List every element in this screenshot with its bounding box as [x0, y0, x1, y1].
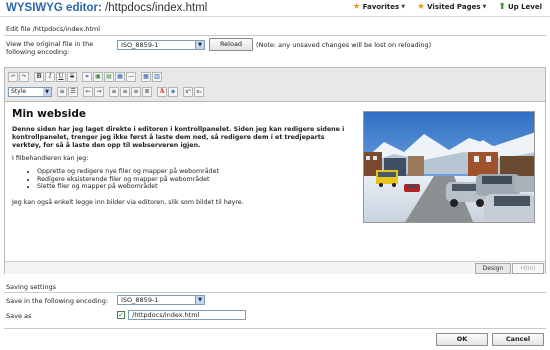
editor-toolbar: ↶ ↷ B I U S ⚭ ▣ ▤ ▦ — ▦ ▥ Style ▼ ≡ ☰ ⇤ …	[5, 68, 545, 102]
style-select[interactable]: Style ▼	[8, 87, 52, 97]
unordered-list-icon[interactable]: ☰	[68, 87, 78, 97]
align-right-icon[interactable]: ≡	[131, 87, 141, 97]
title-label: WYSIWYG editor:	[6, 2, 102, 14]
tab-html[interactable]: Html	[512, 263, 544, 274]
chevron-down-icon: ▼	[195, 296, 204, 304]
winter-street-photo	[363, 111, 535, 223]
italic-icon[interactable]: I	[45, 72, 55, 82]
title-path: /httpdocs/index.html	[105, 2, 208, 14]
top-links: ★ Favorites ▼ ★ Visited Pages ▼ ⬆ Up Lev…	[352, 2, 542, 12]
save-as-field[interactable]: /httpdocs/index.html	[128, 310, 246, 320]
align-left-icon[interactable]: ≡	[109, 87, 119, 97]
chevron-down-icon: ▼	[401, 4, 406, 10]
visited-pages-label: Visited Pages	[427, 3, 481, 11]
table-icon[interactable]: ▦	[115, 72, 125, 82]
link-icon[interactable]: ⚭	[82, 72, 92, 82]
horizontal-rule-icon[interactable]: —	[126, 72, 136, 82]
subscript-icon[interactable]: x₂	[194, 87, 204, 97]
edit-file-label: Edit file /httpdocs/index.html	[6, 25, 101, 33]
document-intro: Denne siden har jeg laget direkte i edit…	[12, 126, 345, 149]
saving-settings-label: Saving settings	[6, 283, 56, 291]
visited-pages-link[interactable]: ★ Visited Pages ▼	[417, 2, 487, 12]
divider	[4, 35, 546, 36]
insert-table-icon[interactable]: ▦	[141, 72, 151, 82]
star-icon: ★	[352, 2, 361, 12]
align-justify-icon[interactable]: ≣	[142, 87, 152, 97]
divider	[4, 328, 546, 329]
cancel-button[interactable]: Cancel	[492, 333, 544, 346]
strikethrough-icon[interactable]: S	[67, 72, 77, 82]
chevron-down-icon: ▼	[195, 41, 204, 49]
divider	[4, 292, 546, 293]
image-icon[interactable]: ▣	[93, 72, 103, 82]
favorites-link[interactable]: ★ Favorites ▼	[352, 2, 406, 12]
superscript-icon[interactable]: x²	[183, 87, 193, 97]
redo-icon[interactable]: ↷	[19, 72, 29, 82]
undo-icon[interactable]: ↶	[8, 72, 18, 82]
font-color-icon[interactable]: A	[157, 87, 167, 97]
up-level-link[interactable]: ⬆ Up Level	[498, 2, 542, 12]
up-level-label: Up Level	[507, 3, 542, 11]
chevron-down-icon: ▼	[43, 88, 51, 96]
save-encoding-value: ISO_8859-1	[121, 296, 159, 304]
view-encoding-select[interactable]: ISO_8859-1 ▼	[117, 40, 205, 50]
align-center-icon[interactable]: ≡	[120, 87, 130, 97]
title-bar: WYSIWYG editor: /httpdocs/index.html ★ F…	[0, 0, 550, 17]
view-encoding-value: ISO_8859-1	[121, 41, 159, 49]
toolbar-row-1: ↶ ↷ B I U S ⚭ ▣ ▤ ▦ — ▦ ▥	[8, 72, 162, 82]
indent-icon[interactable]: ⇥	[94, 87, 104, 97]
tab-design[interactable]: Design	[475, 263, 511, 274]
background-color-icon[interactable]: ◈	[168, 87, 178, 97]
editor-mode-tabs: Design Html	[5, 261, 545, 274]
favorites-label: Favorites	[362, 3, 400, 11]
bold-icon[interactable]: B	[34, 72, 44, 82]
reload-note: (Note: any unsaved changes will be lost …	[256, 41, 432, 49]
save-encoding-label: Save in the following encoding:	[6, 297, 109, 305]
reload-button[interactable]: Reload	[209, 38, 253, 51]
save-as-checkbox[interactable]: ✓	[117, 311, 125, 319]
outdent-icon[interactable]: ⇤	[83, 87, 93, 97]
encoding-label: View the original file in the following …	[6, 40, 94, 56]
save-as-value: /httpdocs/index.html	[132, 311, 200, 319]
up-arrow-icon: ⬆	[498, 2, 506, 12]
wysiwyg-editor: ↶ ↷ B I U S ⚭ ▣ ▤ ▦ — ▦ ▥ Style ▼ ≡ ☰ ⇤ …	[4, 67, 546, 274]
document-outro: Jeg kan også enkelt legge inn bilder via…	[12, 198, 244, 206]
save-encoding-select[interactable]: ISO_8859-1 ▼	[117, 295, 205, 305]
ordered-list-icon[interactable]: ≡	[57, 87, 67, 97]
flash-icon[interactable]: ▤	[104, 72, 114, 82]
file-manager-text: I filbehandleren kan jeg:	[12, 155, 89, 162]
star-icon: ★	[417, 2, 426, 12]
editor-content[interactable]: Min webside Denne siden har jeg laget di…	[5, 103, 545, 253]
toolbar-row-2: Style ▼ ≡ ☰ ⇤ ⇥ ≡ ≡ ≡ ≣ A ◈ x² x₂	[8, 87, 204, 97]
table-properties-icon[interactable]: ▥	[152, 72, 162, 82]
save-as-label: Save as	[6, 312, 32, 320]
page-title: WYSIWYG editor: /httpdocs/index.html	[6, 2, 207, 14]
underline-icon[interactable]: U	[56, 72, 66, 82]
chevron-down-icon: ▼	[482, 4, 487, 10]
style-value: Style	[11, 88, 27, 95]
ok-button[interactable]: OK	[436, 333, 488, 346]
